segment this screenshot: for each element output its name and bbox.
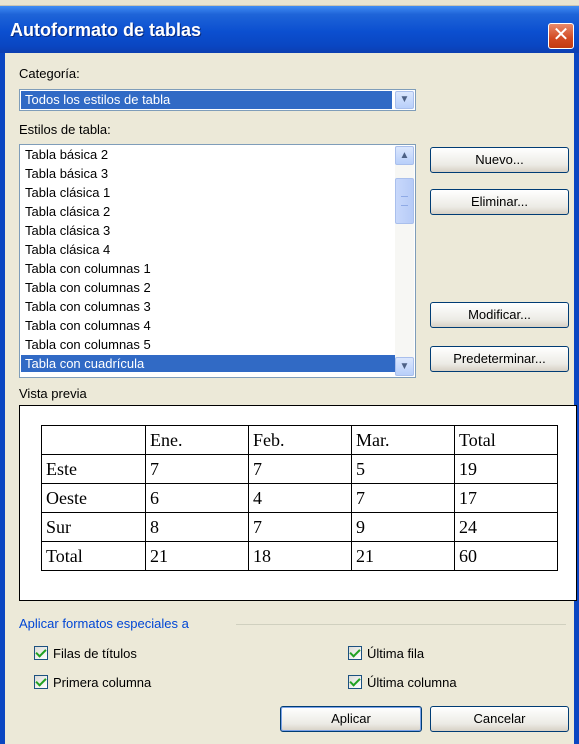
- new-button[interactable]: Nuevo...: [430, 147, 569, 173]
- last-row-checkbox[interactable]: [348, 646, 362, 660]
- preview-table: Ene. Feb. Mar. Total Este 7 7 5 19 Oeste 6 4 7 17 Sur 8…: [41, 425, 558, 571]
- last-column-label: Última columna: [367, 675, 457, 690]
- scroll-up-icon[interactable]: ▲: [395, 146, 414, 165]
- preview-label: Vista previa: [19, 386, 87, 401]
- table-cell: 17: [454, 483, 558, 513]
- list-item[interactable]: Tabla básica 3: [21, 165, 395, 182]
- table-cell: 21: [351, 541, 455, 571]
- list-item[interactable]: Tabla clásica 2: [21, 203, 395, 220]
- chevron-down-icon[interactable]: ▼: [395, 91, 414, 109]
- window-title: Autoformato de tablas: [10, 20, 202, 40]
- cancel-button[interactable]: Cancelar: [430, 706, 569, 732]
- table-cell: Ene.: [145, 425, 249, 455]
- table-row: Ene. Feb. Mar. Total: [41, 425, 558, 455]
- styles-label: Estilos de tabla:: [19, 122, 111, 137]
- table-cell: Sur: [41, 512, 146, 542]
- delete-button[interactable]: Eliminar...: [430, 189, 569, 215]
- first-column-checkbox[interactable]: [34, 675, 48, 689]
- scroll-down-icon[interactable]: ▼: [395, 357, 414, 376]
- styles-scrollbar[interactable]: ▲ ▼: [395, 146, 414, 376]
- table-row: Sur 8 7 9 24: [41, 512, 558, 542]
- table-cell: 6: [145, 483, 249, 513]
- table-cell: Mar.: [351, 425, 455, 455]
- category-label-text: Categoría:: [19, 66, 80, 81]
- first-column-label: Primera columna: [53, 675, 152, 690]
- styles-listbox[interactable]: Tabla básica 2 Tabla básica 3 Tabla clásic…: [19, 144, 416, 378]
- last-row-label: Última fila: [367, 646, 425, 661]
- list-item[interactable]: Tabla básica 2: [21, 146, 395, 163]
- list-item[interactable]: Tabla con columnas 1: [21, 260, 395, 277]
- table-cell: Feb.: [248, 425, 352, 455]
- table-cell: 18: [248, 541, 352, 571]
- group-divider: [236, 624, 566, 625]
- list-item[interactable]: Tabla con columnas 5: [21, 336, 395, 353]
- table-cell: 5: [351, 454, 455, 484]
- table-cell: Este: [41, 454, 146, 484]
- table-cell: 8: [145, 512, 249, 542]
- title-bar: Autoformato de tablas ✕: [0, 6, 579, 53]
- list-item[interactable]: Tabla con columnas 3: [21, 298, 395, 315]
- special-formats-label: Aplicar formatos especiales a: [19, 616, 189, 631]
- list-item[interactable]: Tabla con columnas 4: [21, 317, 395, 334]
- table-cell: 9: [351, 512, 455, 542]
- table-cell: 24: [454, 512, 558, 542]
- table-cell: 7: [351, 483, 455, 513]
- table-cell: 19: [454, 454, 558, 484]
- table-cell: Total: [41, 541, 146, 571]
- table-cell: 21: [145, 541, 249, 571]
- window-frame-left: [0, 53, 5, 744]
- table-cell: [41, 425, 146, 455]
- list-item[interactable]: Tabla clásica 1: [21, 184, 395, 201]
- table-cell: 4: [248, 483, 352, 513]
- list-item[interactable]: Tabla con cuadrícula: [21, 355, 395, 372]
- table-cell: 60: [454, 541, 558, 571]
- list-item[interactable]: Tabla con columnas 2: [21, 279, 395, 296]
- header-rows-label: Filas de títulos: [53, 646, 137, 661]
- table-row: Total 21 18 21 60: [41, 541, 558, 571]
- modify-button[interactable]: Modificar...: [430, 302, 569, 328]
- list-item[interactable]: Tabla clásica 4: [21, 241, 395, 258]
- table-row: Este 7 7 5 19: [41, 454, 558, 484]
- close-icon[interactable]: ✕: [548, 23, 574, 49]
- category-dropdown[interactable]: Todos los estilos de tabla ▼: [19, 89, 416, 111]
- last-column-checkbox[interactable]: [348, 675, 362, 689]
- table-cell: 7: [248, 454, 352, 484]
- table-row: Oeste 6 4 7 17: [41, 483, 558, 513]
- header-rows-checkbox[interactable]: [34, 646, 48, 660]
- category-label: Categoría:: [19, 66, 80, 81]
- default-button[interactable]: Predeterminar...: [430, 346, 569, 372]
- table-cell: 7: [145, 454, 249, 484]
- list-item[interactable]: Tabla clásica 3: [21, 222, 395, 239]
- table-cell: Total: [454, 425, 558, 455]
- scroll-thumb[interactable]: [395, 178, 414, 224]
- category-value: Todos los estilos de tabla: [21, 91, 392, 109]
- apply-button[interactable]: Aplicar: [280, 706, 422, 732]
- window-frame-right: [574, 53, 579, 744]
- table-cell: 7: [248, 512, 352, 542]
- table-cell: Oeste: [41, 483, 146, 513]
- preview-box: Ene. Feb. Mar. Total Este 7 7 5 19 Oeste 6 4 7 17 Sur 8…: [19, 405, 577, 601]
